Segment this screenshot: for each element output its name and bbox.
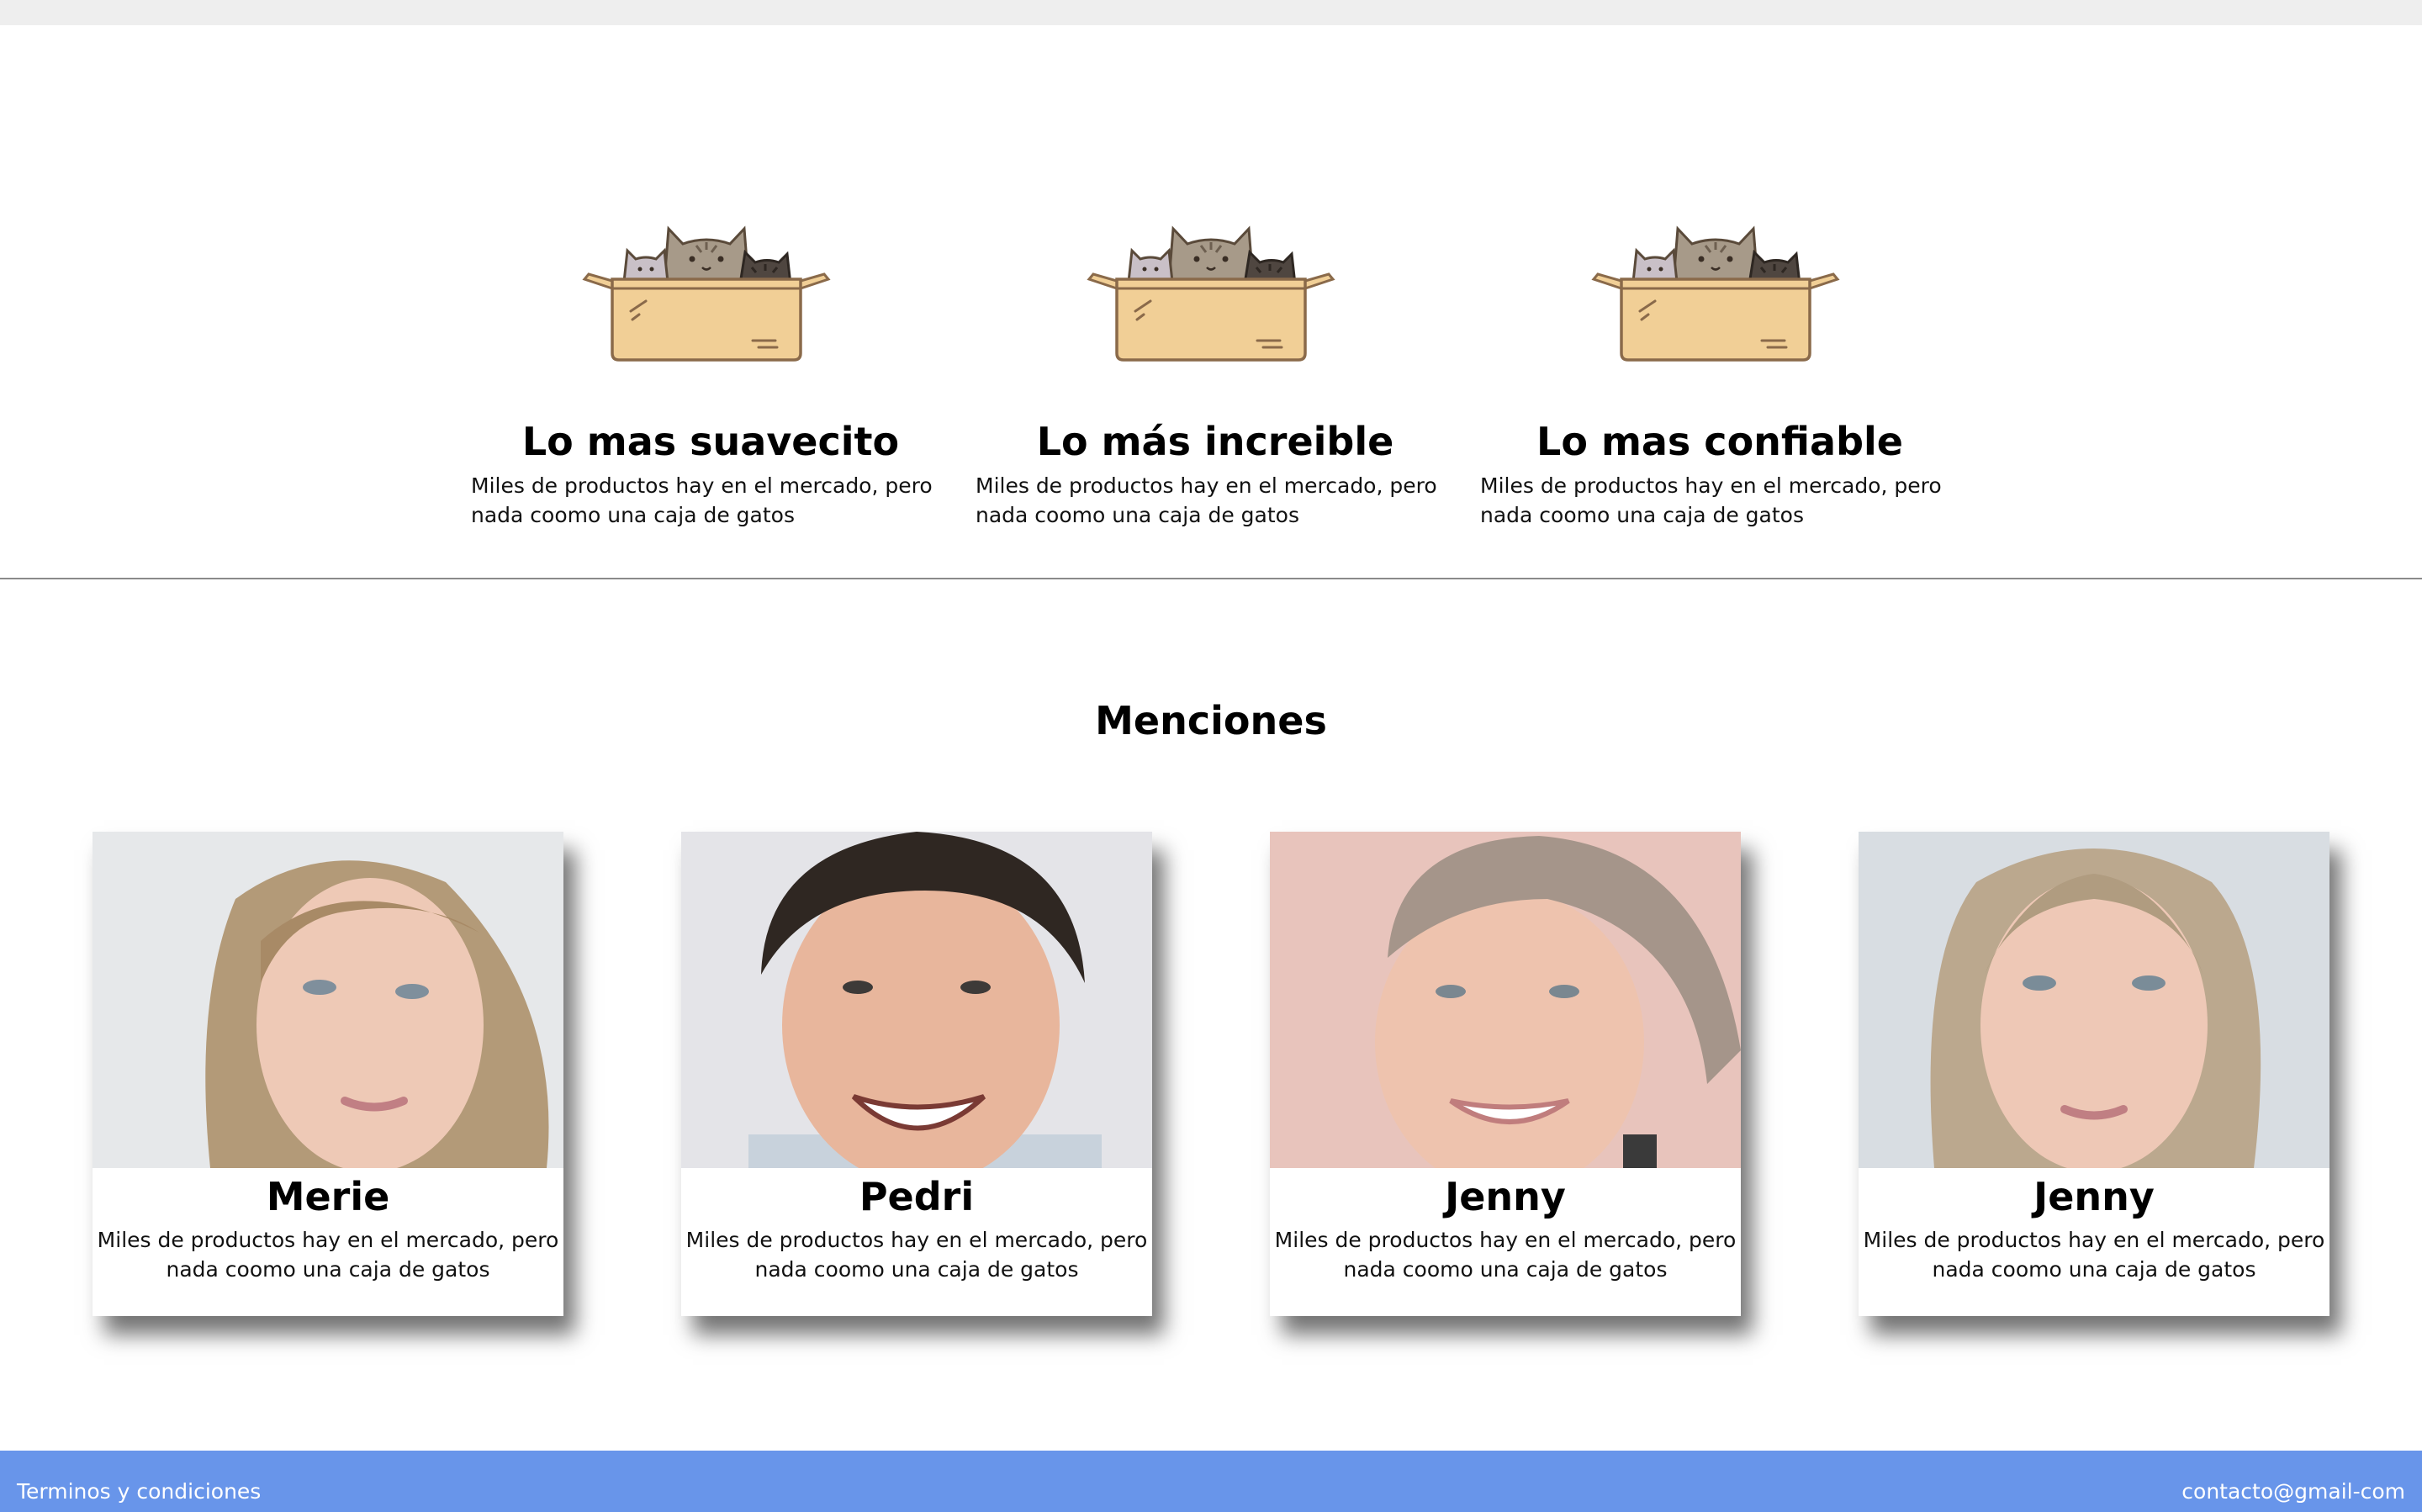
person-text: Miles de productos hay en el mercado, pe… <box>97 1228 559 1282</box>
terms-link[interactable]: Terminos y condiciones <box>17 1479 261 1504</box>
mention-card: Merie Miles de productos hay en el merca… <box>93 832 563 1316</box>
person-photo <box>681 832 1152 1168</box>
cat-box-illustration <box>1087 227 1335 362</box>
person-text: Miles de productos hay en el mercado, pe… <box>1274 1228 1737 1282</box>
footer: Terminos y condiciones contacto@gmail-co… <box>0 1451 2422 1512</box>
feature-title: Lo más increible <box>1036 419 1394 464</box>
cat-box-illustration <box>1592 227 1839 362</box>
mention-card: Pedri Miles de productos hay en el merca… <box>681 832 1152 1316</box>
mention-card: Jenny Miles de productos hay en el merca… <box>1859 832 2329 1316</box>
top-strip <box>0 0 2422 25</box>
person-name: Pedri <box>859 1174 975 1219</box>
person-name: Merie <box>266 1174 390 1219</box>
mention-card: Jenny Miles de productos hay en el merca… <box>1270 832 1741 1316</box>
contact-email[interactable]: contacto@gmail-com <box>2181 1479 2405 1504</box>
person-text: Miles de productos hay en el mercado, pe… <box>1863 1228 2325 1282</box>
person-photo <box>1859 832 2329 1168</box>
person-text: Miles de productos hay en el mercado, pe… <box>685 1228 1148 1282</box>
feature-text: Miles de productos hay en el mercado, pe… <box>1480 473 1942 527</box>
feature-text: Miles de productos hay en el mercado, pe… <box>471 473 933 527</box>
feature-title: Lo mas confiable <box>1536 419 1903 464</box>
person-photo <box>93 832 563 1168</box>
person-photo <box>1270 832 1741 1168</box>
person-name: Jenny <box>2033 1174 2155 1219</box>
section-divider <box>0 578 2422 579</box>
cat-box-illustration <box>583 227 830 362</box>
feature-text: Miles de productos hay en el mercado, pe… <box>976 473 1437 527</box>
person-name: Jenny <box>1445 1174 1566 1219</box>
mentions-title: Menciones <box>1095 698 1327 743</box>
feature-title: Lo mas suavecito <box>521 419 900 464</box>
